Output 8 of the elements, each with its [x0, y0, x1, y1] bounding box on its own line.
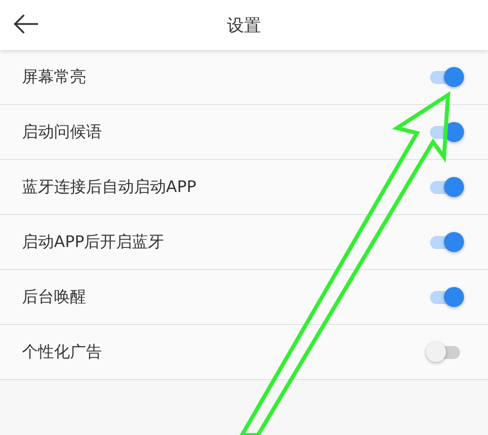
- setting-label: 蓝牙连接后自动启动APP: [22, 176, 196, 198]
- setting-label: 屏幕常亮: [22, 66, 86, 88]
- back-icon[interactable]: [13, 13, 39, 35]
- setting-label: 启动问候语: [22, 122, 102, 142]
- setting-label: 个性化广告: [22, 342, 102, 362]
- setting-label: 后台唤醒: [22, 286, 86, 308]
- screen-title: 设置: [227, 14, 261, 36]
- setting-label: 启动APP后开启蓝牙: [22, 232, 164, 252]
